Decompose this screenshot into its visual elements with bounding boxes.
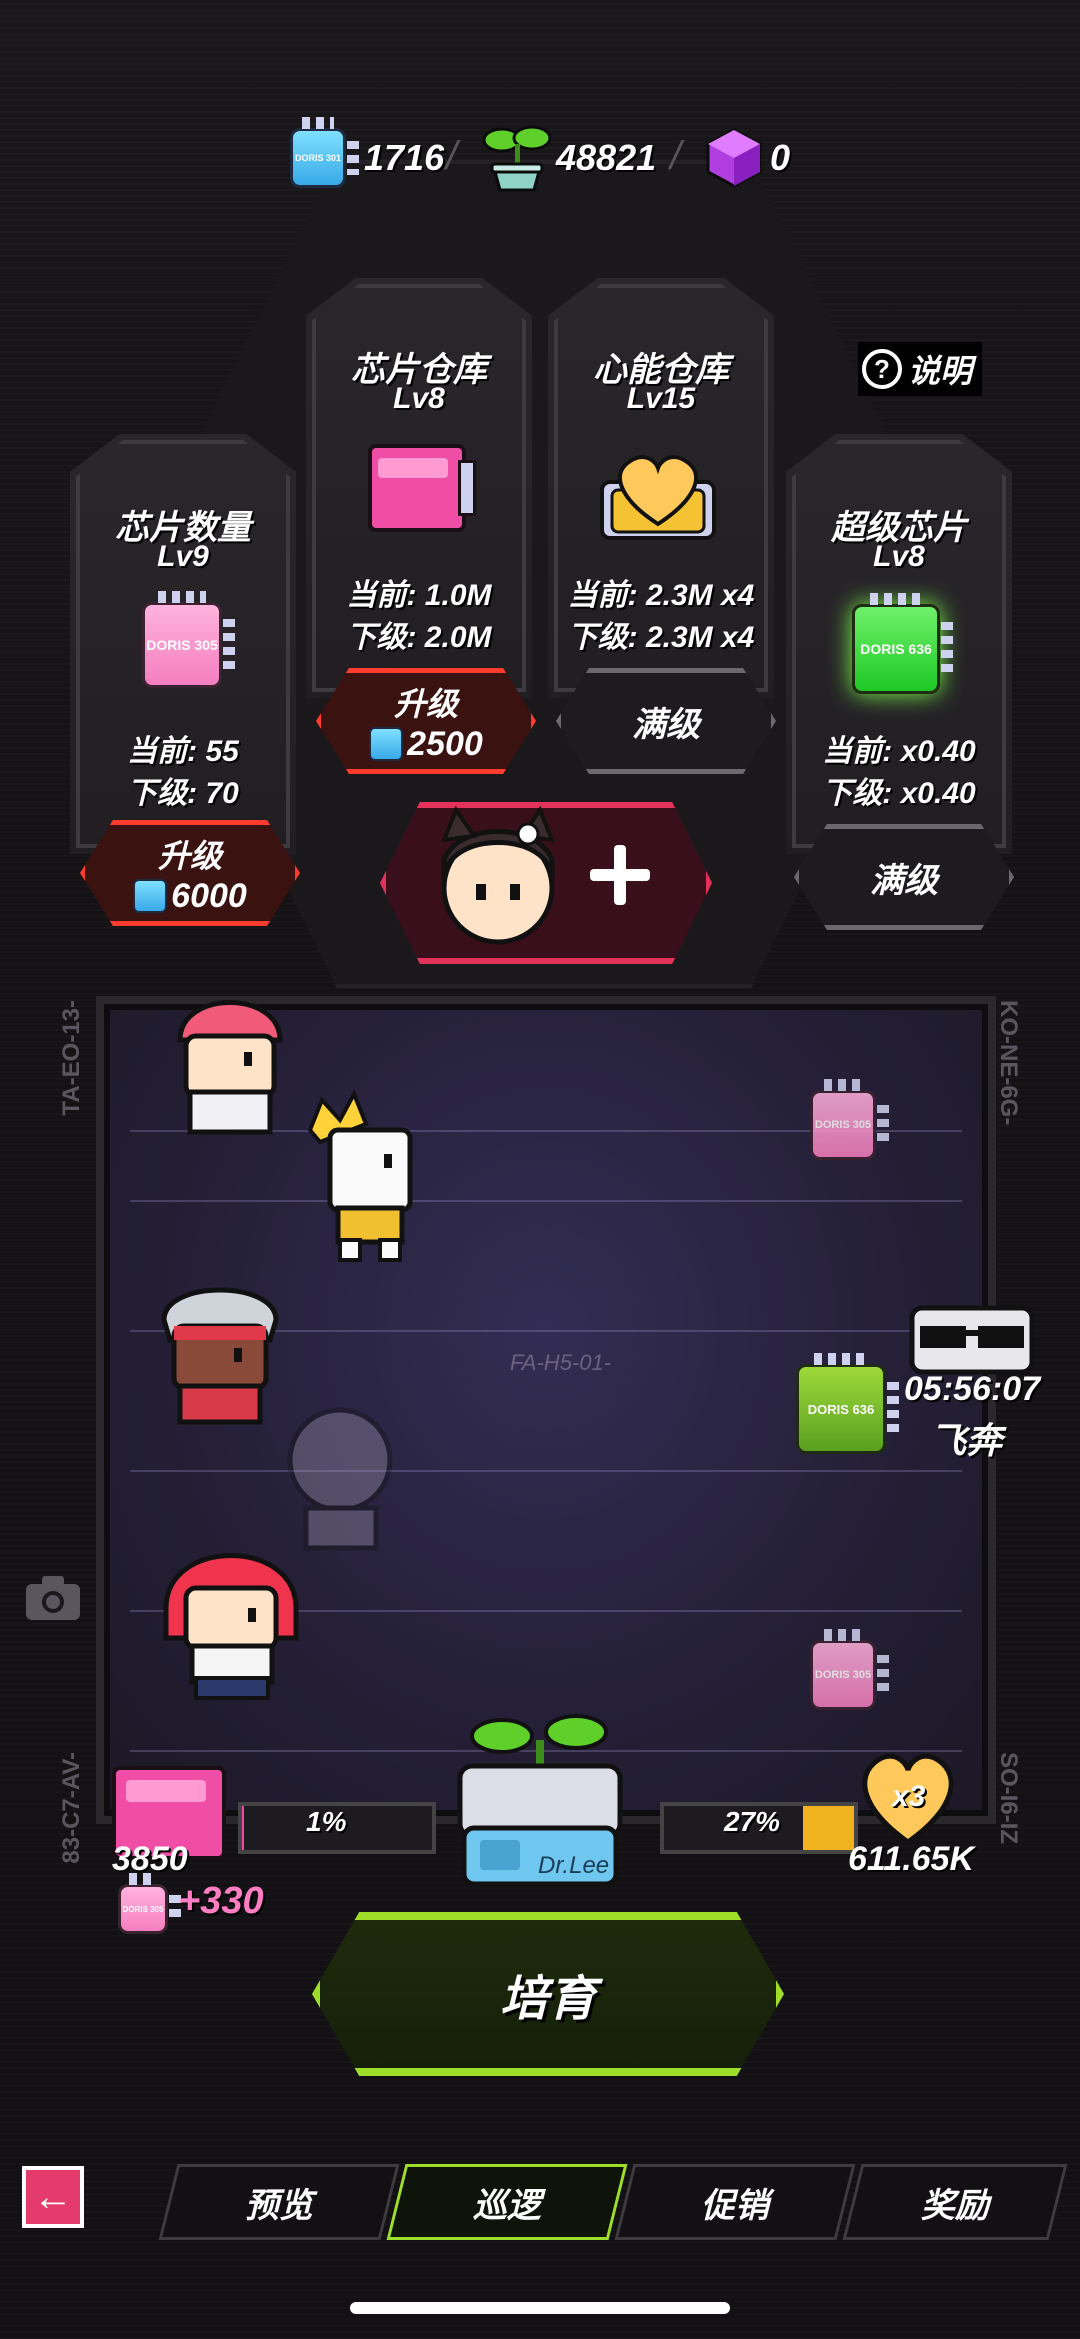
camera-icon[interactable]: [24, 1574, 82, 1622]
super-chip-max-button[interactable]: 满级: [794, 824, 1014, 930]
chip-currency-value: 1716: [364, 137, 445, 178]
side-label-left-top: TA-EO-13-: [58, 1000, 85, 1116]
panel-current: 当前: x0.40: [822, 735, 976, 768]
tab-preview[interactable]: 预览: [158, 2164, 400, 2240]
panel-heart-storage: 心能仓库 Lv15 当前: 2.3M x4 下级: 2.3M x4: [548, 278, 774, 698]
chip-progress-fill: [242, 1806, 244, 1850]
character-red-hair[interactable]: [156, 1528, 306, 1708]
sprout-pot-icon: [482, 125, 552, 192]
character-crowned-cube[interactable]: [300, 1090, 420, 1270]
lane-line: [130, 1470, 962, 1472]
tab-patrol[interactable]: 巡逻: [386, 2164, 628, 2240]
panel-super-chip: 超级芯片 Lv8 DORIS 636 当前: x0.40 下级: x0.40: [786, 434, 1012, 854]
patrol-field: FA-H5-01- DORIS 305 DORIS 636 DORIS 305: [104, 1000, 988, 1816]
currency-chips: DORIS 301 1716: [290, 117, 445, 198]
panel-level: Lv9: [157, 540, 209, 573]
panel-level: Lv8: [873, 540, 925, 573]
timer-label: 飞奔: [930, 1420, 1003, 1461]
side-label-right-top: KO-NE-6G-: [995, 1000, 1022, 1126]
sunglasses-npc-icon[interactable]: [902, 1300, 1042, 1380]
pink-chip-icon: DORIS 305: [142, 591, 235, 688]
heart-value: 611.65K: [848, 1840, 975, 1878]
help-button[interactable]: ? 说明: [858, 342, 983, 396]
blue-chip-icon: [133, 879, 168, 913]
side-label-left-bottom: 83-C7-AV-: [58, 1752, 85, 1864]
pink-chip-icon[interactable]: DORIS 305: [810, 1079, 889, 1160]
panel-next: 下级: 70: [127, 777, 239, 810]
upgrade-cost: 2500: [407, 724, 483, 763]
green-chip-icon[interactable]: DORIS 636: [796, 1353, 899, 1454]
plus-icon: [590, 845, 650, 905]
purple-cube-icon: [706, 128, 762, 188]
character-grey-hair[interactable]: [150, 1260, 290, 1440]
currency-cube: 0: [702, 118, 790, 198]
field-center-label: FA-H5-01-: [510, 1350, 612, 1375]
panel-level: Lv15: [626, 382, 696, 415]
chip-bonus: +330: [178, 1880, 264, 1922]
upgrade-chip-count-button[interactable]: 升级 6000: [80, 820, 300, 926]
cube-currency-value: 0: [770, 137, 791, 178]
back-arrow-icon[interactable]: ←: [22, 2166, 84, 2228]
upgrade-label: 升级: [157, 837, 222, 874]
dr-lee-machine[interactable]: Dr.Lee: [440, 1710, 640, 1890]
upgrade-chip-storage-button[interactable]: 升级 2500: [316, 668, 536, 774]
patrol-timer: 05:56:07: [904, 1370, 1041, 1408]
tab-label: 促销: [701, 2186, 769, 2225]
tab-promotion[interactable]: 促销: [614, 2164, 856, 2240]
upgrade-label: 升级: [393, 685, 458, 722]
currency-sprout: 48821: [482, 118, 656, 198]
help-label: 说明: [908, 353, 973, 389]
heart-multiplier: x3: [892, 1780, 926, 1813]
panel-current: 当前: 2.3M x4: [567, 579, 755, 612]
panel-level: Lv8: [393, 382, 445, 415]
heart-progress-percent: 27%: [724, 1806, 781, 1837]
chip-progress-percent: 1%: [306, 1806, 347, 1837]
sprout-currency-value: 48821: [556, 137, 657, 178]
blue-chip-icon: DORIS 301: [290, 117, 359, 188]
pink-chip-icon[interactable]: DORIS 305: [810, 1629, 889, 1710]
side-label-right-bottom: SO-I6-IZ: [995, 1752, 1022, 1845]
question-icon: ?: [862, 349, 902, 389]
tab-label: 预览: [245, 2186, 313, 2225]
heart-storage-max-button[interactable]: 满级: [556, 668, 776, 774]
panel-next: 下级: 2.0M: [346, 621, 492, 654]
panel-next: 下级: 2.3M x4: [567, 621, 755, 654]
heart-progress-fill: [802, 1806, 854, 1850]
breed-button[interactable]: 培育: [312, 1912, 784, 2076]
upgrade-cost: 6000: [171, 876, 247, 915]
tab-label: 奖励: [921, 2186, 989, 2225]
machine-label: Dr.Lee: [538, 1852, 610, 1879]
tab-rewards[interactable]: 奖励: [842, 2164, 1068, 2240]
separator: /: [670, 134, 682, 178]
green-chip-icon: DORIS 636: [852, 593, 953, 694]
lane-line: [130, 1200, 962, 1202]
separator: /: [446, 134, 458, 178]
home-indicator: [350, 2302, 730, 2314]
panel-next: 下级: x0.40: [822, 777, 976, 810]
panel-chip-storage: 芯片仓库 Lv8 当前: 1.0M 下级: 2.0M: [306, 278, 532, 698]
currency-bar: DORIS 301 1716 / 48821 / 0: [0, 117, 1080, 198]
character-pink-beanie[interactable]: [160, 980, 300, 1150]
pink-chip-icon: DORIS 305: [118, 1873, 181, 1934]
tab-label: 巡逻: [473, 2186, 541, 2225]
panel-current: 当前: 1.0M: [346, 579, 492, 612]
panel-chip-count: 芯片数量 Lv9 DORIS 305 当前: 55 下级: 70: [70, 434, 296, 854]
heart-box-icon: [600, 455, 716, 540]
blue-chip-icon: [369, 727, 404, 761]
breed-label: 培育: [499, 1973, 596, 2026]
pink-storage-box-icon: [368, 444, 476, 532]
character-portrait-icon: [440, 805, 556, 945]
panel-current: 当前: 55: [127, 735, 239, 768]
